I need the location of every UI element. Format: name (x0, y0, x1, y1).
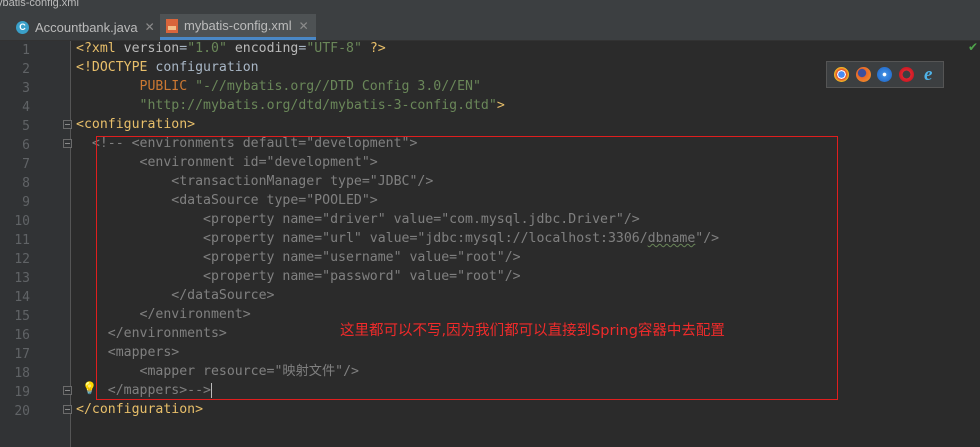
line-number: 17 (14, 347, 30, 362)
close-tab-icon[interactable]: ✕ (299, 19, 309, 33)
inspection-ok-icon[interactable]: ✔ (968, 40, 978, 54)
line-number: 18 (14, 366, 30, 381)
token: "1.0" (187, 41, 227, 56)
line-number: 2 (22, 62, 30, 77)
token: configuration (155, 60, 259, 75)
token: </configuration> (76, 402, 204, 417)
fold-toggle-icon[interactable] (63, 405, 72, 414)
line-number: 12 (14, 252, 30, 267)
editor-tab-bar: C Accountbank.java ✕ mybatis-config.xml … (0, 13, 980, 41)
window-title-bar: ybatis-config.xml (0, 0, 980, 13)
annotation-box (96, 136, 838, 400)
fold-toggle-icon[interactable] (63, 386, 72, 395)
code-line-1: <?xml version="1.0" encoding="UTF-8" ?> (76, 39, 386, 58)
line-number-gutter: 1 2 3 4 5 6 7 8 9 10 11 12 13 14 15 16 1… (0, 41, 71, 447)
token: xml (91, 41, 124, 56)
code-line-3: PUBLIC "-//mybatis.org//DTD Config 3.0//… (76, 77, 481, 96)
window-title: ybatis-config.xml (0, 0, 79, 9)
line-number: 10 (14, 214, 30, 229)
line-number: 7 (22, 157, 30, 172)
token: = (179, 41, 188, 56)
close-tab-icon[interactable]: ✕ (145, 20, 155, 34)
safari-icon[interactable] (877, 67, 893, 82)
tab-label: mybatis-config.xml (184, 18, 292, 33)
line-number: 20 (14, 404, 30, 419)
code-line-4: "http://mybatis.org/dtd/mybatis-3-config… (76, 96, 505, 115)
line-number: 4 (22, 100, 30, 115)
line-number: 14 (14, 290, 30, 305)
line-number: 13 (14, 271, 30, 286)
token: ?> (361, 41, 386, 56)
code-line-5: <configuration> (76, 115, 195, 134)
xml-file-icon (166, 18, 178, 33)
line-number: 6 (22, 138, 30, 153)
token: <? (76, 41, 92, 56)
token: encoding (234, 41, 299, 56)
tab-mybatis-config-xml[interactable]: mybatis-config.xml ✕ (160, 14, 316, 40)
line-number: 19 (14, 385, 30, 400)
chrome-icon[interactable] (834, 67, 850, 82)
token: "-//mybatis.org//DTD Config 3.0//EN" (195, 79, 481, 94)
browser-preview-bar: e (826, 61, 944, 88)
line-number: 9 (22, 195, 30, 210)
tab-accountbank-java[interactable]: C Accountbank.java ✕ (10, 14, 158, 40)
firefox-icon[interactable] (855, 67, 871, 82)
line-number: 3 (22, 81, 30, 96)
token: version (123, 41, 180, 56)
fold-toggle-icon[interactable] (63, 139, 72, 148)
token: > (496, 98, 505, 113)
annotation-text: 这里都可以不写,因为我们都可以直接到Spring容器中去配置 (340, 323, 725, 339)
line-number: 5 (22, 119, 30, 134)
java-class-icon: C (16, 20, 29, 34)
opera-icon[interactable] (899, 67, 915, 82)
token: <!DOCTYPE (76, 60, 156, 75)
line-number: 8 (22, 176, 30, 191)
token: "http://mybatis.org/dtd/mybatis-3-config… (139, 98, 497, 113)
line-number: 11 (14, 233, 30, 248)
line-number: 16 (14, 328, 30, 343)
line-number: 15 (14, 309, 30, 324)
code-line-20: </configuration> (76, 400, 203, 419)
token: "UTF-8" (306, 41, 362, 56)
token: <configuration> (76, 117, 196, 132)
line-number: 1 (22, 43, 30, 58)
code-line-2: <!DOCTYPE configuration (76, 58, 259, 77)
tab-label: Accountbank.java (35, 19, 138, 35)
fold-toggle-icon[interactable] (63, 120, 72, 129)
ie-icon[interactable]: e (921, 65, 936, 84)
token: PUBLIC (76, 79, 196, 94)
